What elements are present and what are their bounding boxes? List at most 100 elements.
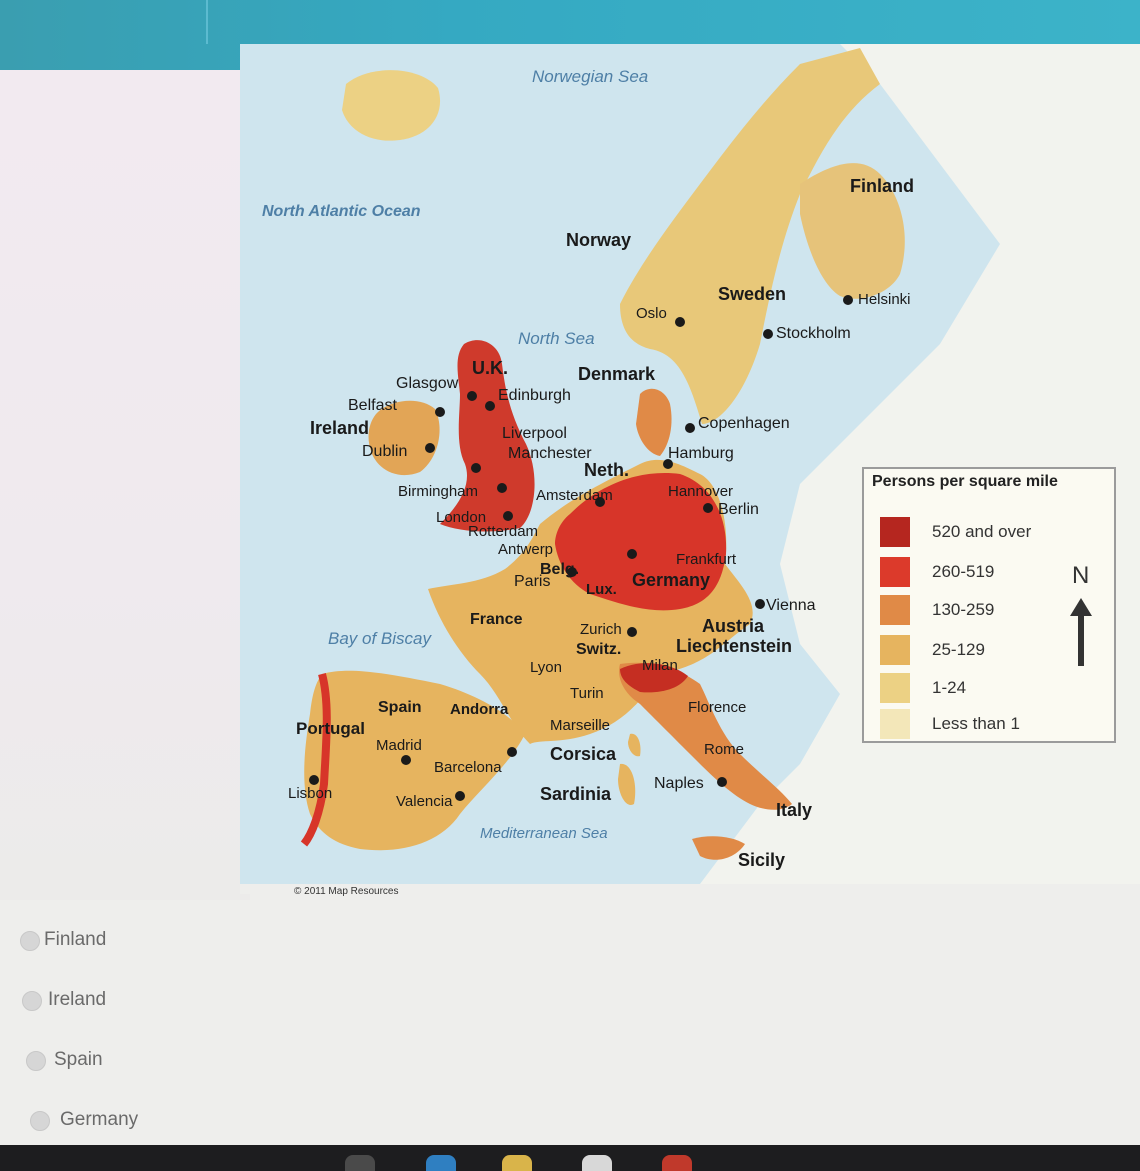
label-madrid: Madrid <box>376 737 422 754</box>
label-dublin: Dublin <box>362 443 407 460</box>
city-marker <box>309 775 319 785</box>
label-france: France <box>470 611 523 628</box>
label-copenhagen: Copenhagen <box>698 415 790 432</box>
city-marker <box>471 463 481 473</box>
label-valencia: Valencia <box>396 793 453 810</box>
label-rotterdam: Rotterdam <box>468 523 538 540</box>
legend-swatch <box>880 673 910 703</box>
label-antwerp: Antwerp <box>498 541 553 558</box>
label-north-sea: North Sea <box>518 329 595 348</box>
legend-label: 260-519 <box>932 562 995 581</box>
label-amsterdam: Amsterdam <box>536 487 613 504</box>
legend-swatch <box>880 595 910 625</box>
label-germany: Germany <box>632 570 710 590</box>
radio-button[interactable] <box>26 1051 46 1071</box>
city-marker <box>425 443 435 453</box>
city-marker <box>401 755 411 765</box>
label-norwegian-sea: Norwegian Sea <box>532 67 648 86</box>
label-marseille: Marseille <box>550 717 610 734</box>
label-glasgow: Glasgow <box>396 375 459 392</box>
label-lux: Lux. <box>586 581 617 598</box>
label-edinburgh: Edinburgh <box>498 387 571 404</box>
label-sicily: Sicily <box>738 850 785 870</box>
label-manchester: Manchester <box>508 445 592 462</box>
legend-label: 1-24 <box>932 678 967 697</box>
label-oslo: Oslo <box>636 305 667 322</box>
label-turin: Turin <box>570 685 604 702</box>
chrome-icon[interactable] <box>662 1155 692 1171</box>
label-zurich: Zurich <box>580 621 622 638</box>
label-frankfurt: Frankfurt <box>676 551 737 568</box>
label-milan: Milan <box>642 657 678 674</box>
label-uk: U.K. <box>472 358 508 378</box>
choice-label[interactable]: Finland <box>44 929 106 951</box>
label-naples: Naples <box>654 775 704 792</box>
label-berlin: Berlin <box>718 501 759 518</box>
label-norway: Norway <box>566 230 631 250</box>
label-andorra: Andorra <box>450 701 509 718</box>
browser-icon[interactable] <box>426 1155 456 1171</box>
taskbar-app-icon[interactable] <box>345 1155 375 1171</box>
city-marker <box>507 747 517 757</box>
label-mediterranean: Mediterranean Sea <box>480 825 608 842</box>
legend-swatch <box>880 709 910 739</box>
store-icon[interactable] <box>582 1155 612 1171</box>
label-north-atlantic: North Atlantic Ocean <box>262 203 421 220</box>
legend-swatch <box>880 517 910 547</box>
city-marker <box>467 391 477 401</box>
radio-button[interactable] <box>30 1111 50 1131</box>
label-ireland: Ireland <box>310 418 369 438</box>
label-denmark: Denmark <box>578 364 656 384</box>
choice-label[interactable]: Spain <box>54 1049 103 1071</box>
label-bay-of-biscay: Bay of Biscay <box>328 629 432 648</box>
city-marker <box>843 295 853 305</box>
label-vienna: Vienna <box>766 597 816 614</box>
label-liechtenstein: Liechtenstein <box>676 636 792 656</box>
city-marker <box>717 777 727 787</box>
label-corsica: Corsica <box>550 744 617 764</box>
city-marker <box>763 329 773 339</box>
radio-button[interactable] <box>20 931 40 951</box>
label-liverpool: Liverpool <box>502 425 567 442</box>
radio-button[interactable] <box>22 991 42 1011</box>
left-panel <box>0 70 250 900</box>
label-belfast: Belfast <box>348 397 397 414</box>
label-finland: Finland <box>850 176 914 196</box>
city-marker <box>485 401 495 411</box>
label-hamburg: Hamburg <box>668 445 734 462</box>
label-neth: Neth. <box>584 460 629 480</box>
label-lisbon: Lisbon <box>288 785 332 802</box>
label-portugal: Portugal <box>296 719 365 738</box>
arrow-up-icon <box>1070 598 1092 666</box>
label-switz: Switz. <box>576 641 621 658</box>
label-barcelona: Barcelona <box>434 759 502 776</box>
city-marker <box>685 423 695 433</box>
choice-label[interactable]: Ireland <box>48 989 106 1011</box>
compass-letter: N <box>1072 562 1090 589</box>
choice-label[interactable]: Germany <box>60 1109 138 1131</box>
label-rome: Rome <box>704 741 744 758</box>
label-sardinia: Sardinia <box>540 784 612 804</box>
city-marker <box>435 407 445 417</box>
city-marker <box>755 599 765 609</box>
label-helsinki: Helsinki <box>858 291 911 308</box>
map-credit: © 2011 Map Resources <box>294 886 399 897</box>
city-marker <box>455 791 465 801</box>
header-divider <box>206 0 208 44</box>
iceland-land <box>342 70 441 141</box>
label-sweden: Sweden <box>718 284 786 304</box>
legend-swatch <box>880 635 910 665</box>
label-paris: Paris <box>514 573 550 590</box>
north-arrow: N <box>1066 562 1096 672</box>
legend-label: Less than 1 <box>932 714 1020 733</box>
label-lyon: Lyon <box>530 659 562 676</box>
city-marker <box>627 549 637 559</box>
legend-title: Persons per square mile <box>872 473 1058 490</box>
folder-icon[interactable] <box>502 1155 532 1171</box>
legend-label: 520 and over <box>932 522 1032 541</box>
city-marker <box>627 627 637 637</box>
label-spain: Spain <box>378 699 422 716</box>
label-birmingham: Birmingham <box>398 483 478 500</box>
city-marker <box>497 483 507 493</box>
label-florence: Florence <box>688 699 746 716</box>
